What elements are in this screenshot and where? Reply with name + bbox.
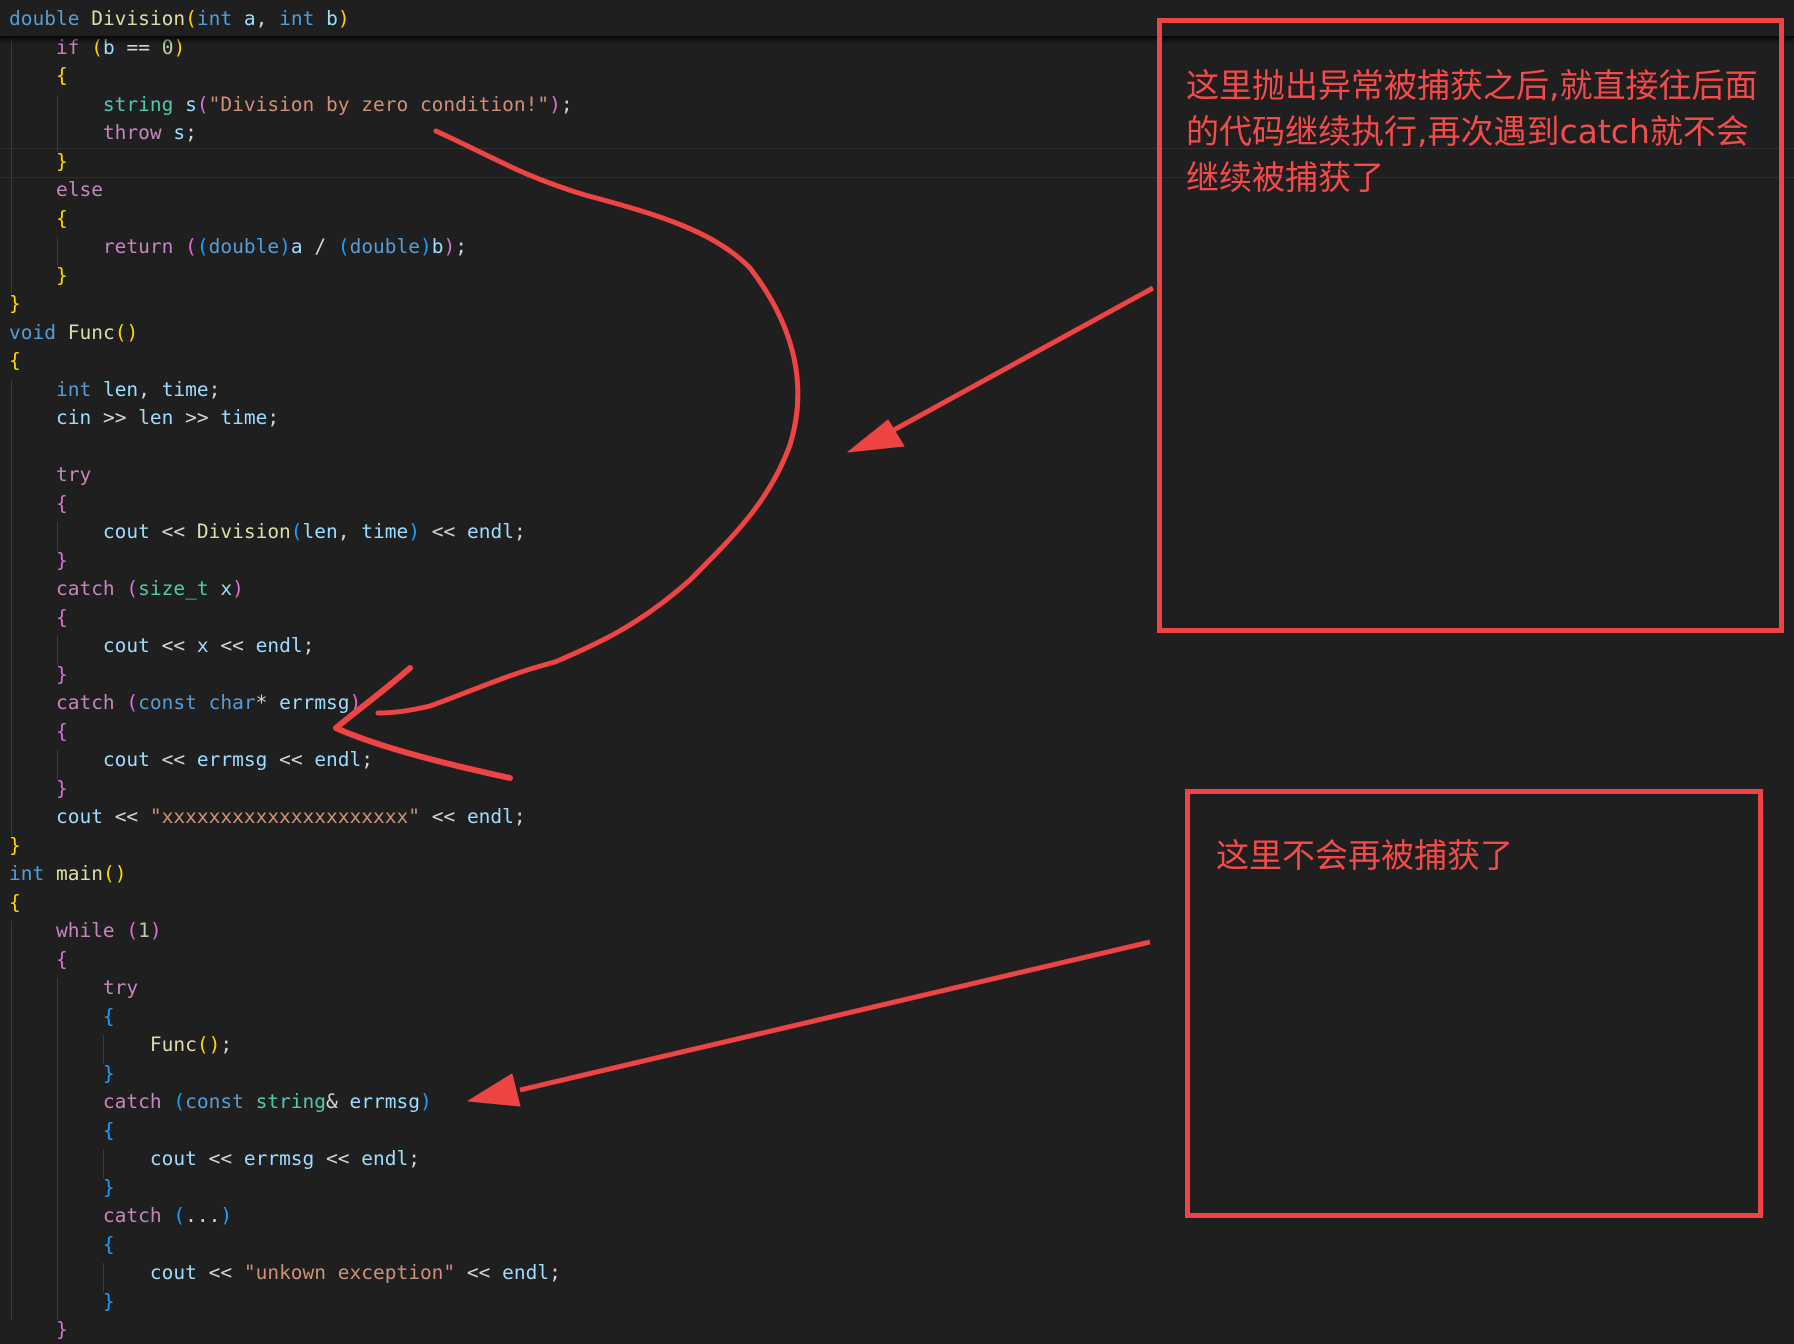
annotation-note-top: 这里抛出异常被捕获之后,就直接往后面的代码继续执行,再次遇到catch就不会继续… bbox=[1186, 66, 1758, 197]
arrow-head-bottom bbox=[467, 1073, 521, 1107]
arrow-head-top bbox=[847, 419, 905, 453]
annotation-note-bottom: 这里不会再被捕获了 bbox=[1216, 836, 1513, 875]
arrow-shaft-bottom bbox=[519, 939, 1151, 1093]
curved-arrow-stroke bbox=[375, 128, 801, 716]
arrow-shaft-top bbox=[888, 285, 1155, 435]
